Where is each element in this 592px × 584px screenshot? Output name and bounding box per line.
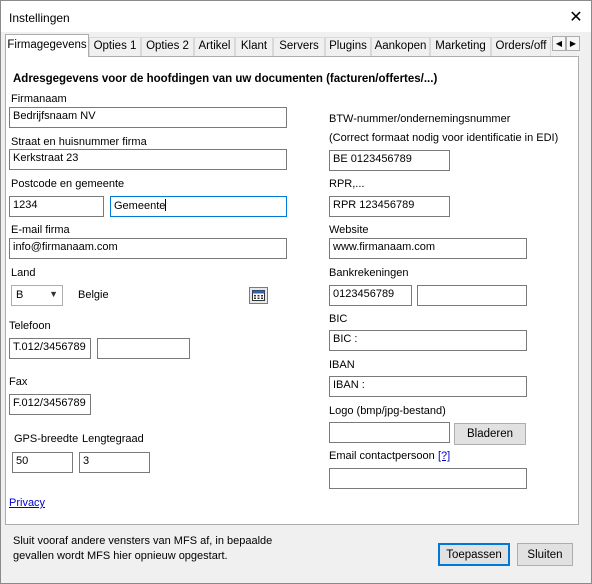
bank-label: Bankrekeningen [329, 267, 409, 279]
city-input[interactable]: Gemeente [110, 196, 287, 217]
contact-email-label: Email contactpersoon [329, 450, 435, 462]
tab-opties-1[interactable]: Opties 1 [89, 37, 141, 56]
gps-lon-input[interactable]: 3 [79, 452, 150, 473]
country-select[interactable]: B ▼ [11, 285, 63, 306]
section-heading: Adresgegevens voor de hoofdingen van uw … [13, 73, 438, 85]
vat-label: BTW-nummer/ondernemingsnummer [329, 113, 511, 125]
bic-label: BIC [329, 313, 348, 325]
country-label: Land [11, 267, 36, 279]
email-input[interactable]: info@firmanaam.com [9, 238, 287, 259]
tab-artikel[interactable]: Artikel [194, 37, 235, 56]
street-label: Straat en huisnummer firma [11, 136, 147, 148]
settings-window: Instellingen ✕ Firmagegevens Opties 1 Op… [0, 0, 592, 584]
text-caret [165, 199, 167, 211]
tab-aankopen[interactable]: Aankopen [371, 37, 430, 56]
phone-label: Telefoon [9, 320, 51, 332]
tab-firmagegevens[interactable]: Firmagegevens [5, 34, 89, 57]
iban-input[interactable]: IBAN : [329, 376, 527, 397]
tab-servers[interactable]: Servers [273, 37, 325, 56]
tab-klant[interactable]: Klant [235, 37, 273, 56]
phone-input[interactable]: T.012/3456789 [9, 338, 91, 359]
restart-note: Sluit vooraf andere vensters van MFS af,… [13, 535, 273, 562]
tab-plugins[interactable]: Plugins [325, 37, 371, 56]
close-button[interactable]: Sluiten [517, 543, 573, 566]
city-value: Gemeente [114, 200, 166, 212]
tab-opties-2[interactable]: Opties 2 [141, 37, 194, 56]
bank-input-1[interactable]: 0123456789 [329, 285, 412, 306]
rpr-input[interactable]: RPR 123456789 [329, 196, 450, 217]
bank-input-2[interactable] [417, 285, 527, 306]
logo-input[interactable] [329, 422, 450, 443]
fax-input[interactable]: F.012/3456789 [9, 394, 91, 415]
gps-lat-label: GPS-breedte [14, 433, 79, 445]
title-bar: Instellingen ✕ [1, 1, 591, 32]
browse-button[interactable]: Bladeren [454, 423, 526, 445]
website-input[interactable]: www.firmanaam.com [329, 238, 527, 259]
tab-marketing[interactable]: Marketing [430, 37, 491, 56]
phone-input-2[interactable] [97, 338, 190, 359]
gps-lon-label: Lengtegraad [82, 433, 144, 445]
chevron-down-icon: ▼ [49, 289, 58, 299]
tab-scroll-right-icon[interactable]: ▶ [566, 36, 580, 51]
postcode-input[interactable]: 1234 [9, 196, 104, 217]
street-input[interactable]: Kerkstraat 23 [9, 149, 287, 170]
company-name-input[interactable]: Bedrijfsnaam NV [9, 107, 287, 128]
email-label: E-mail firma [11, 224, 70, 236]
iban-label: IBAN [329, 359, 355, 371]
rpr-label: RPR,... [329, 178, 365, 190]
apply-button[interactable]: Toepassen [438, 543, 510, 566]
website-label: Website [329, 224, 369, 236]
fax-label: Fax [9, 376, 28, 388]
logo-label: Logo (bmp/jpg-bestand) [329, 405, 446, 417]
help-link[interactable]: [?] [438, 450, 450, 462]
country-code: B [16, 289, 24, 301]
tab-strip: Firmagegevens Opties 1 Opties 2 Artikel … [1, 34, 591, 57]
country-name: Belgie [78, 289, 109, 301]
gps-lat-input[interactable]: 50 [12, 452, 73, 473]
tab-orders[interactable]: Orders/off [491, 37, 551, 56]
company-name-label: Firmanaam [11, 93, 67, 105]
contact-email-input[interactable] [329, 468, 527, 489]
vat-note: (Correct formaat nodig voor identificati… [329, 132, 559, 144]
tab-scroll-left-icon[interactable]: ◀ [552, 36, 566, 51]
bic-input[interactable]: BIC : [329, 330, 527, 351]
close-icon[interactable]: ✕ [561, 1, 591, 32]
window-title: Instellingen [9, 11, 70, 25]
calendar-icon[interactable] [249, 287, 268, 304]
vat-input[interactable]: BE 0123456789 [329, 150, 450, 171]
postcode-city-label: Postcode en gemeente [11, 178, 125, 190]
privacy-link[interactable]: Privacy [9, 497, 45, 509]
firmagegevens-panel: Adresgegevens voor de hoofdingen van uw … [5, 56, 579, 525]
